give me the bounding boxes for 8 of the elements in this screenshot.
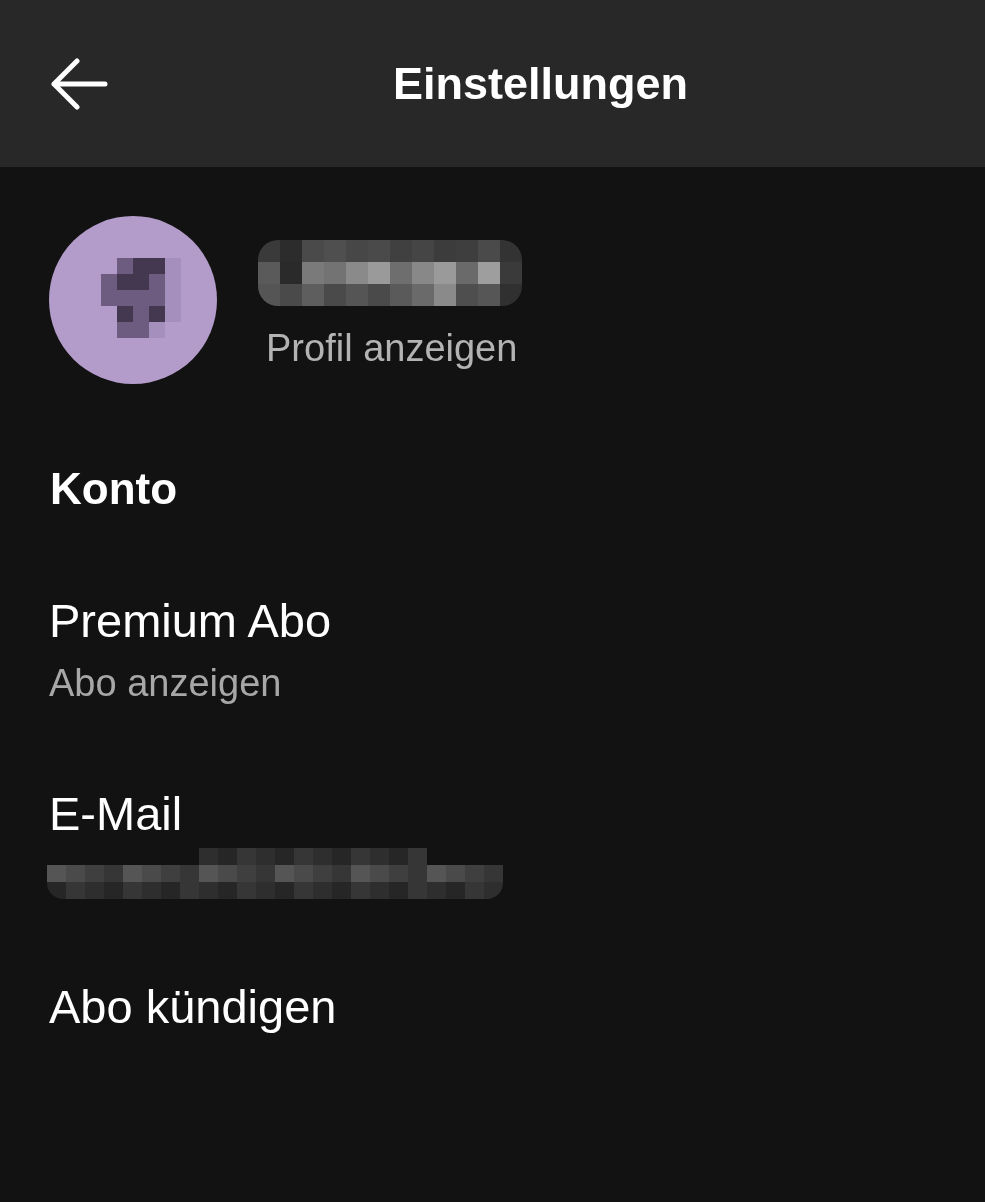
avatar-icon: [49, 216, 217, 384]
settings-item[interactable]: Abo kündigen: [49, 979, 337, 1035]
settings-item-subtitle: Abo anzeigen: [49, 661, 282, 706]
page-title: Einstellungen: [393, 56, 688, 111]
section-heading: Konto: [50, 463, 178, 515]
settings-item[interactable]: E-Mail: [49, 786, 183, 842]
settings-item[interactable]: Premium Abo: [49, 593, 332, 649]
view-profile-link[interactable]: Profil anzeigen: [266, 325, 518, 371]
